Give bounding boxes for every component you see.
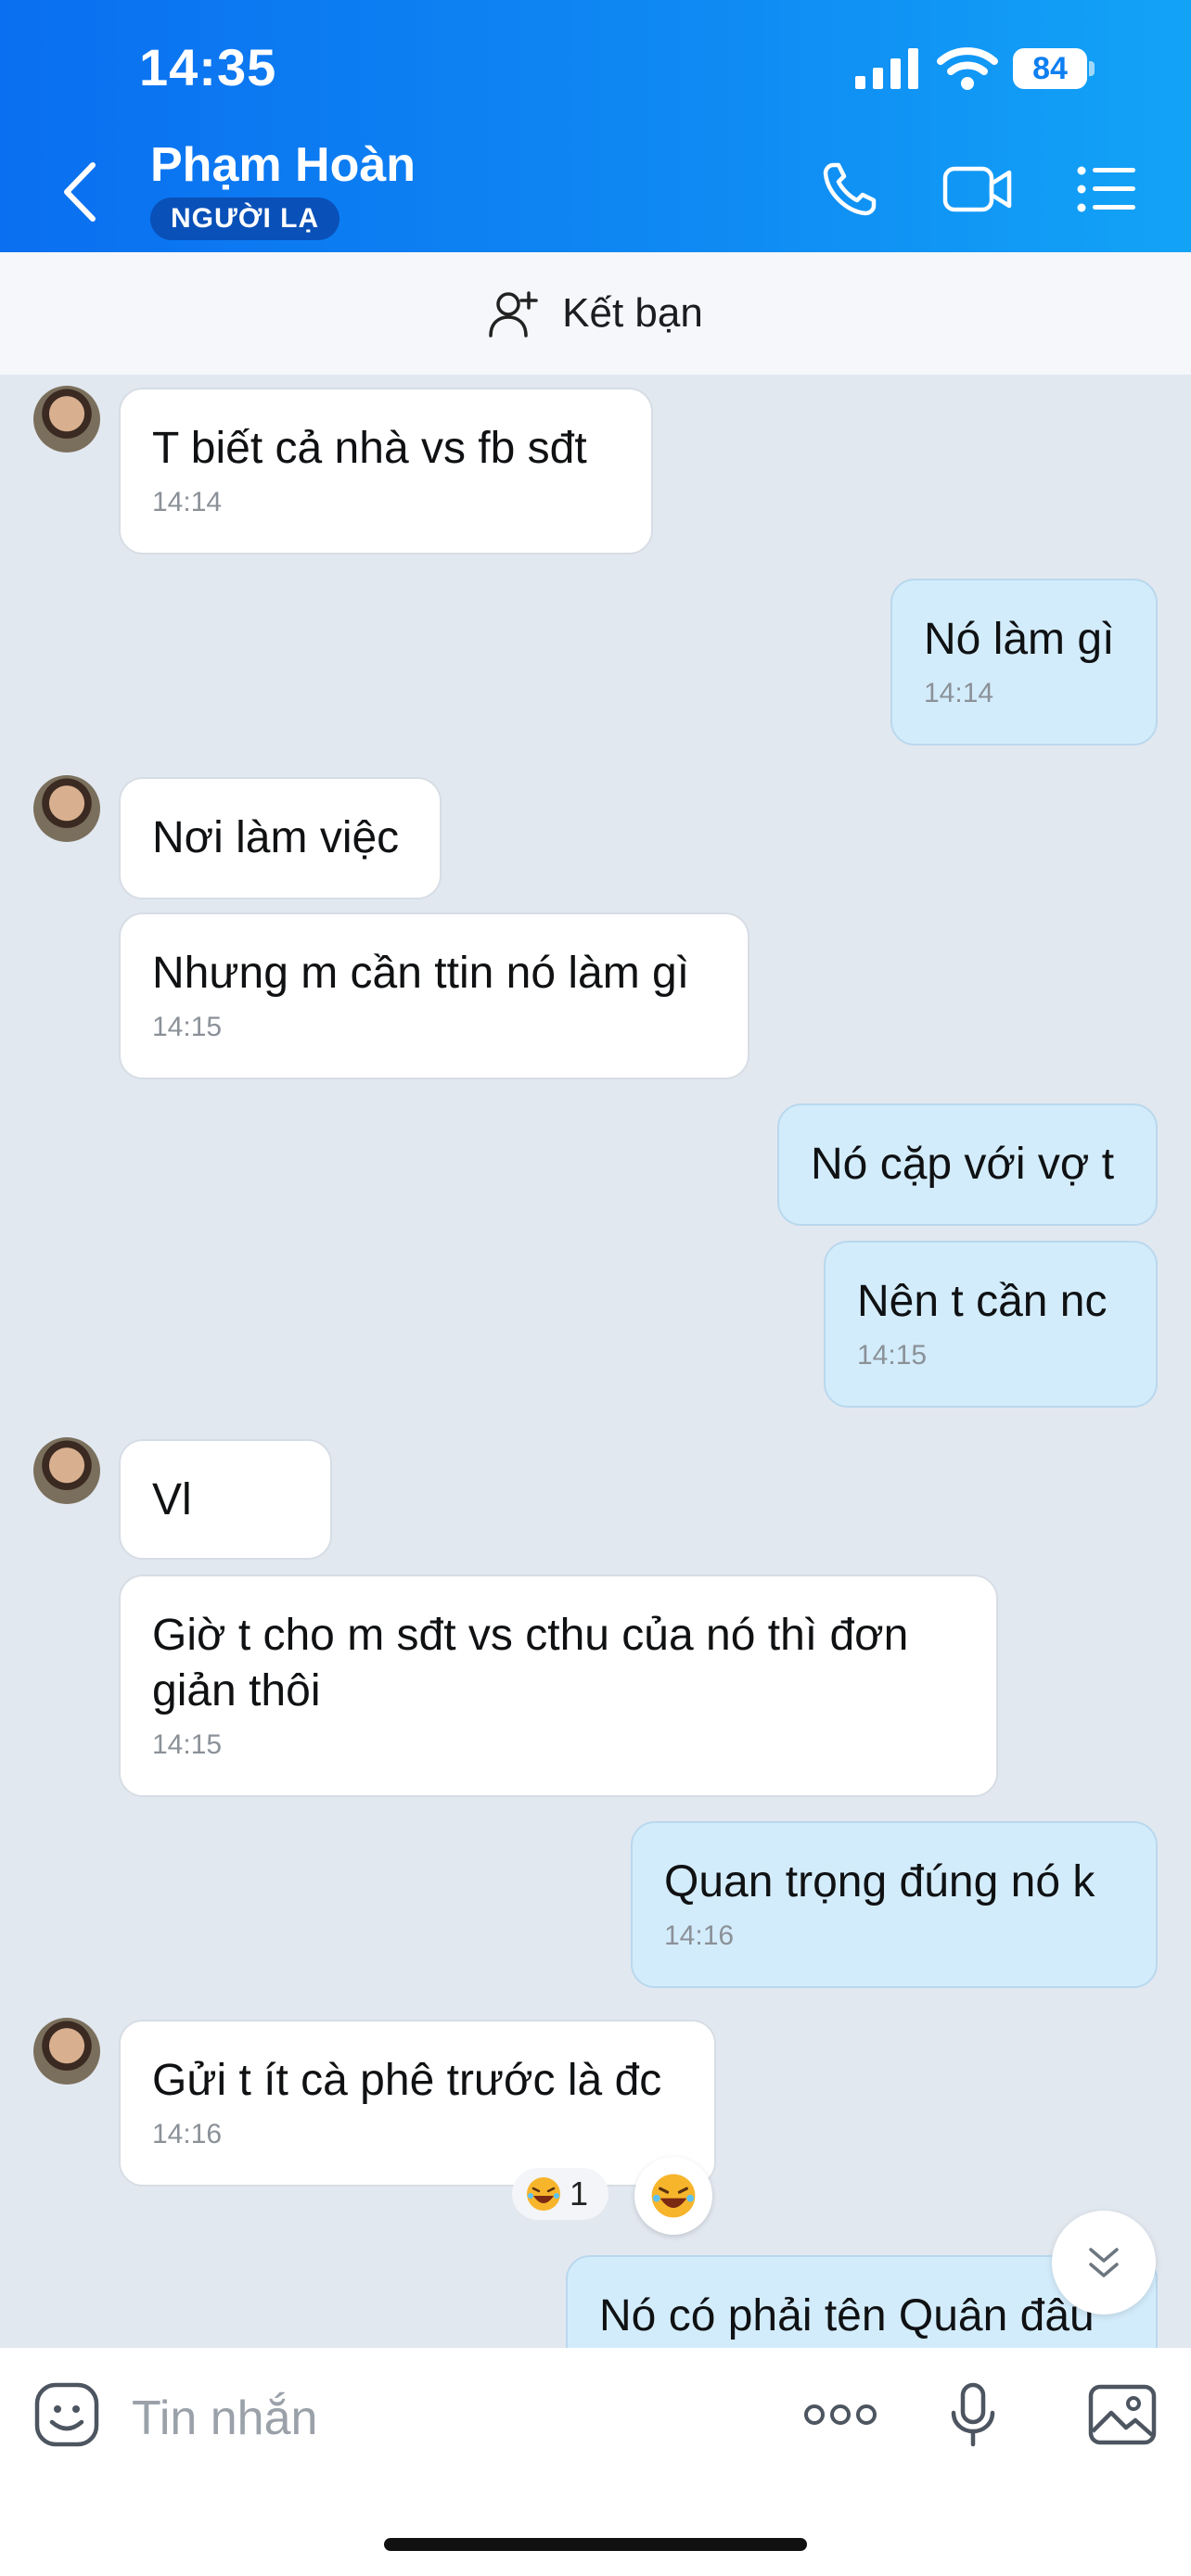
laughing-face-icon [651, 2174, 696, 2218]
sticker-icon[interactable] [33, 2381, 100, 2448]
more-icon[interactable] [803, 2402, 877, 2428]
wifi-icon [937, 47, 998, 90]
avatar[interactable] [33, 1437, 100, 1504]
message-text: Nơi làm việc [152, 813, 400, 862]
message-time: 14:15 [857, 1340, 928, 1371]
message-time: 14:16 [152, 2119, 223, 2149]
image-icon[interactable] [1087, 2383, 1158, 2446]
contact-name[interactable]: Phạm Hoàn [150, 137, 416, 193]
chat-header: 14:35 84 Phạm Hoàn NGƯỜI LẠ [0, 0, 1191, 252]
message-text: Vl [152, 1475, 192, 1524]
avatar[interactable] [33, 775, 100, 842]
message-bubble-incoming[interactable]: T biết cả nhà vs fb sđt 14:14 [119, 388, 653, 555]
reaction-count: 1 [570, 2174, 589, 2213]
reaction-button[interactable] [634, 2157, 712, 2235]
double-chevron-down-icon [1089, 2248, 1119, 2277]
reaction-summary[interactable]: 1 [512, 2168, 608, 2220]
battery-level: 84 [1013, 48, 1087, 89]
message-bubble-incoming[interactable]: Nhưng m cần ttin nó làm gì 14:15 [119, 912, 749, 1079]
message-input[interactable]: Tin nhắn [132, 2391, 317, 2446]
status-time: 14:35 [139, 38, 277, 96]
message-bubble-incoming[interactable]: Vl [119, 1439, 332, 1560]
battery-indicator: 84 [1013, 48, 1098, 89]
message-bubble-incoming[interactable]: Giờ t cho m sđt vs cthu của nó thì đơn g… [119, 1575, 998, 1797]
message-bubble-outgoing[interactable]: Nên t cần nc 14:15 [824, 1241, 1158, 1408]
message-time: 14:14 [924, 678, 994, 708]
message-bubble-incoming[interactable]: Nơi làm việc [119, 777, 442, 899]
add-friend-icon [489, 291, 538, 338]
message-time: 14:14 [152, 487, 223, 517]
cellular-signal-icon [855, 48, 918, 89]
message-time: 14:16 [664, 1920, 735, 1951]
message-text: Nó có phải tên Quân đâu [599, 2291, 1095, 2340]
message-bubble-outgoing[interactable]: Quan trọng đúng nó k 14:16 [631, 1821, 1158, 1988]
add-friend-bar[interactable]: Kết bạn [0, 252, 1191, 375]
laughing-face-icon [527, 2177, 560, 2211]
message-bubble-incoming[interactable]: Gửi t ít cà phê trước là đc 14:16 [119, 2020, 716, 2187]
add-friend-label: Kết bạn [562, 290, 703, 336]
message-time: 14:15 [152, 1729, 223, 1760]
phone-icon[interactable] [820, 159, 879, 219]
message-text: Quan trọng đúng nó k [664, 1857, 1095, 1906]
stranger-badge: NGƯỜI LẠ [150, 198, 340, 240]
message-text: Nó làm gì [924, 615, 1115, 664]
message-text: T biết cả nhà vs fb sđt [152, 424, 587, 473]
battery-nub [1089, 61, 1095, 76]
home-indicator[interactable] [384, 2538, 807, 2551]
message-text: Nó cặp với vợ t [811, 1140, 1115, 1189]
message-text: Nên t cần nc [857, 1277, 1108, 1326]
scroll-to-bottom-button[interactable] [1052, 2211, 1156, 2315]
message-text: Gửi t ít cà phê trước là đc [152, 2056, 662, 2105]
message-text: Giờ t cho m sđt vs cthu của nó thì đơn g… [152, 1611, 909, 1715]
message-time: 14:15 [152, 1012, 223, 1042]
microphone-icon[interactable] [950, 2381, 996, 2448]
message-text: Nhưng m cần ttin nó làm gì [152, 949, 690, 998]
message-bubble-outgoing[interactable]: Nó cặp với vợ t [777, 1103, 1158, 1226]
avatar[interactable] [33, 2018, 100, 2085]
avatar[interactable] [33, 386, 100, 453]
video-call-icon[interactable] [942, 159, 1013, 219]
menu-list-icon[interactable] [1076, 159, 1137, 219]
chevron-left-icon[interactable] [56, 158, 106, 226]
message-bubble-outgoing[interactable]: Nó làm gì 14:14 [890, 579, 1158, 746]
